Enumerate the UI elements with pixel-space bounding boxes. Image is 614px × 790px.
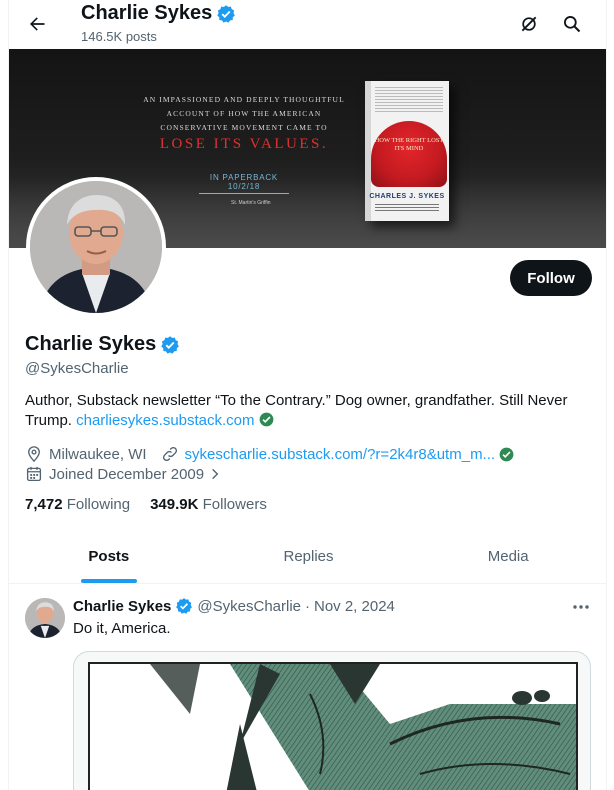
verified-link-check-icon [259,412,274,427]
calendar-icon [25,465,43,483]
profile-name-row: Charlie Sykes [25,333,180,356]
follow-button[interactable]: Follow [510,260,592,296]
profile-website-link[interactable]: sykescharlie.substack.com/?r=2k4r8&utm_m… [185,446,496,463]
banner-publisher: St. Martin's Griffin [231,200,271,206]
search-button[interactable] [555,7,589,41]
back-button[interactable] [19,6,55,42]
grok-button[interactable] [512,7,546,41]
profile-header-bar: Charlie Sykes 146.5K posts [9,0,606,49]
search-icon [564,16,581,33]
book-cap-title: HOW THE RIGHT LOST ITS MIND [374,137,444,152]
banner-text-line: AN IMPASSIONED AND DEEPLY THOUGHTFUL [143,95,345,104]
book-blurb [375,87,443,113]
profile-name: Charlie Sykes [25,333,157,355]
header-post-count: 146.5K posts [81,29,157,44]
profile-handle: @SykesCharlie [25,360,129,377]
profile-avatar[interactable] [26,177,166,317]
more-dots-icon [573,605,589,609]
tab-media[interactable]: Media [408,530,606,583]
followers-label: Followers [202,496,267,513]
tab-label: Posts [88,548,130,565]
tweet-author-name[interactable]: Charlie Sykes [73,598,171,615]
profile-location: Milwaukee, WI [49,445,147,463]
following-count: 7,472 [25,496,63,513]
header-title: Charlie Sykes [81,2,236,25]
following-link[interactable]: 7,472 Following [25,496,130,513]
bio-link[interactable]: charliesykes.substack.com [76,412,254,429]
profile-bio: Author, Substack newsletter “To the Cont… [25,391,595,431]
statue-of-liberty-illustration [88,662,578,790]
location-pin-icon [25,445,43,463]
tweet-author-handle[interactable]: @SykesCharlie [197,598,301,615]
tweet-date[interactable]: Nov 2, 2024 [314,598,395,615]
tweet-separator: · [305,597,310,615]
profile-meta-row: Milwaukee, WI sykescharlie.substack.com/… [25,445,514,463]
book-subtitle-lines [375,204,439,212]
profile-joined-date: Joined December 2009 [49,465,205,483]
grok-icon [521,16,537,32]
book-author: CHARLES J. SYKES [369,193,445,200]
book-cover: HOW THE RIGHT LOST ITS MIND CHARLES J. S… [365,81,449,221]
banner-paperback-date: IN PAPERBACK 10/2/18 [199,173,289,194]
verified-badge-icon [217,4,236,23]
tab-posts[interactable]: Posts [9,530,209,583]
red-cap-image [371,121,447,187]
chevron-right-icon [212,468,219,480]
header-name: Charlie Sykes [81,2,213,24]
following-label: Following [66,496,131,513]
link-icon [161,445,179,463]
profile-joined-row[interactable]: Joined December 2009 [25,465,222,483]
tweet-avatar[interactable] [25,598,65,638]
tweet-header: Charlie Sykes @SykesCharlie · Nov 2, 202… [73,597,395,615]
verified-badge-icon[interactable] [160,335,180,355]
tweet-text: Do it, America. [73,620,171,637]
avatar-photo [25,598,65,638]
banner-text-line: ACCOUNT OF HOW THE AMERICAN [166,109,322,118]
tweet-media[interactable] [73,651,591,790]
follow-stats: 7,472 Following 349.9K Followers [25,496,267,513]
banner-headline: LOSE ITS VALUES. [159,136,329,152]
profile-page: Charlie Sykes 146.5K posts AN IMPASSIONE… [8,0,607,790]
tab-label: Media [487,548,529,565]
banner-text-line: CONSERVATIVE MOVEMENT CAME TO [160,123,328,132]
tab-replies[interactable]: Replies [209,530,409,583]
active-tab-indicator [80,579,137,583]
avatar-photo [30,181,162,313]
back-arrow-icon [30,17,45,31]
tweet-more-button[interactable] [566,596,596,618]
tab-label: Replies [283,548,334,565]
profile-tabs: Posts Replies Media [9,530,606,584]
followers-count: 349.9K [150,496,199,513]
verified-badge-icon [176,598,193,614]
verified-link-check-icon [499,447,514,461]
followers-link[interactable]: 349.9K Followers [150,496,267,513]
